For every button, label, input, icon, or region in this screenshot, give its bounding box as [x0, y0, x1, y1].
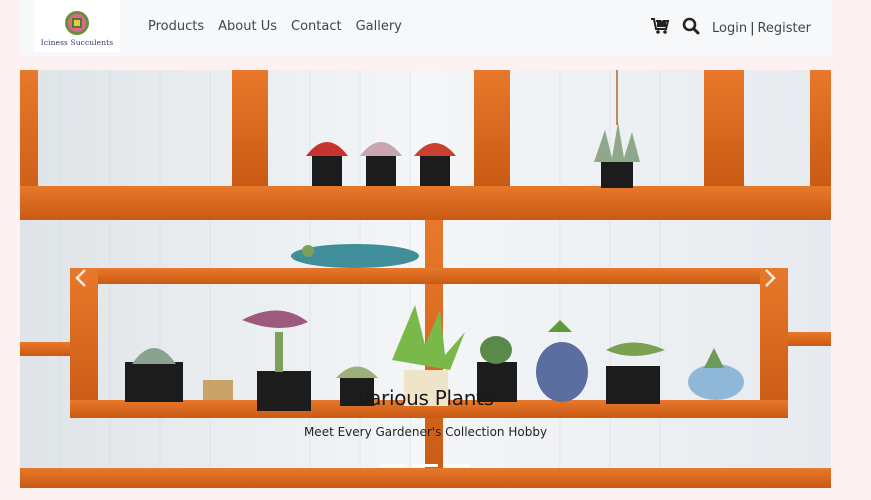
main-nav: Products About Us Contact Gallery [148, 19, 402, 34]
carousel-title: Various Plants [357, 386, 494, 410]
search-icon[interactable] [682, 17, 700, 39]
navbar: Iciness Succulents Products About Us Con… [20, 0, 831, 56]
register-link[interactable]: Register [757, 21, 811, 36]
auth-links: Login | Register [712, 21, 811, 36]
hero-carousel: Various Plants Meet Every Gardener's Col… [20, 70, 831, 488]
succulent-logo-icon [65, 11, 89, 35]
brand-logo[interactable]: Iciness Succulents [34, 0, 120, 52]
chevron-right-icon [765, 269, 776, 287]
nav-products[interactable]: Products [148, 19, 204, 34]
nav-actions: Login | Register [650, 17, 811, 39]
cart-icon[interactable] [650, 17, 670, 39]
login-link[interactable]: Login [712, 21, 747, 36]
carousel-indicators [380, 464, 470, 467]
nav-about-us[interactable]: About Us [218, 19, 277, 34]
auth-separator: | [750, 20, 755, 36]
carousel-prev-button[interactable] [72, 268, 90, 290]
carousel-subtitle: Meet Every Gardener's Collection Hobby [303, 425, 548, 439]
carousel-indicator-2[interactable] [412, 464, 438, 467]
nav-contact[interactable]: Contact [291, 19, 342, 34]
carousel-next-button[interactable] [761, 268, 779, 290]
nav-gallery[interactable]: Gallery [356, 19, 402, 34]
brand-name: Iciness Succulents [40, 38, 114, 47]
chevron-left-icon [75, 269, 86, 287]
carousel-indicator-3[interactable] [444, 464, 470, 467]
carousel-indicator-1[interactable] [380, 464, 406, 467]
